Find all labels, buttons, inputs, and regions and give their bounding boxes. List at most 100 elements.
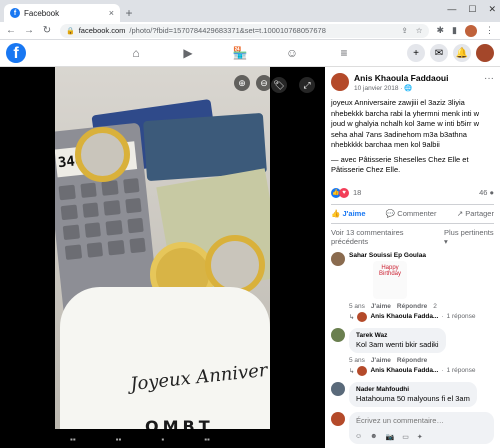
- menu-icon[interactable]: ≡: [318, 46, 370, 60]
- comment-text: Hatahouma 50 malyouns fi el 3am: [356, 393, 470, 403]
- window-controls: — ☐ ✕: [447, 4, 496, 15]
- reload-icon[interactable]: ↻: [42, 25, 52, 36]
- love-reaction-icon[interactable]: ♥: [339, 187, 349, 198]
- comment-button[interactable]: 💬 Commenter: [386, 209, 437, 218]
- gif-icon[interactable]: ▭: [402, 433, 409, 441]
- commenter-avatar[interactable]: [331, 381, 345, 396]
- post-with-text: — avec Pâtisserie Sheselles Chez Elle et…: [331, 154, 469, 175]
- video-icon[interactable]: ▶: [162, 46, 214, 60]
- more-options-icon[interactable]: ···: [484, 73, 494, 92]
- comment-sort-dropdown[interactable]: Plus pertinents ▾: [444, 228, 494, 246]
- birthday-sticker: Happy Birthday: [373, 260, 407, 299]
- lock-icon: 🔒: [66, 27, 75, 35]
- pager-dots-icon[interactable]: ▪▪: [204, 435, 210, 444]
- post-text: joyeux Anniversaire zawjiii el 3aziz 3li…: [331, 98, 479, 149]
- photo-pager: ▪▪ ▪▪ ▪ ▪▪: [70, 435, 210, 444]
- pager-dots-icon[interactable]: ▪▪: [116, 435, 122, 444]
- avatar-sticker-icon[interactable]: ☺: [355, 433, 362, 441]
- composer-avatar: [331, 412, 345, 426]
- url-host: facebook.com: [78, 26, 126, 35]
- author-avatar[interactable]: [331, 73, 349, 91]
- messenger-icon[interactable]: ✉: [430, 44, 448, 62]
- groups-icon[interactable]: ☺: [266, 46, 318, 60]
- reply-author-avatar: [357, 311, 368, 322]
- comment-input-box[interactable]: ☺ ☻ 📷 ▭ ✦: [349, 412, 494, 444]
- forward-arrow-icon[interactable]: →: [24, 25, 34, 36]
- home-icon[interactable]: ⌂: [110, 46, 162, 60]
- comment-meta: 5 ans J'aime Répondre: [349, 356, 428, 364]
- share-icon: ↗: [456, 209, 464, 218]
- comment-bubble-icon: ●: [489, 188, 494, 197]
- bookmark-star-icon[interactable]: ☆: [416, 26, 423, 35]
- post-date[interactable]: 10 janvier 2018 · 🌐: [354, 84, 448, 92]
- tab-close-icon[interactable]: ×: [109, 8, 114, 18]
- browser-menu-icon[interactable]: ⋮: [485, 25, 494, 36]
- tag-icon[interactable]: 🏷: [271, 77, 287, 93]
- facebook-header: f ⌂ ▶ 🏪 ☺ ≡ + ✉ 🔔: [0, 40, 500, 67]
- zoom-in-icon[interactable]: ⊕: [234, 75, 250, 91]
- globe-icon: 🌐: [404, 85, 413, 92]
- pager-dots-icon[interactable]: ▪▪: [70, 435, 76, 444]
- new-tab-button[interactable]: +: [120, 4, 138, 22]
- address-bar[interactable]: 🔒 facebook.com/photo/?fbid=1570784429683…: [60, 23, 429, 38]
- comment-count[interactable]: 46: [479, 188, 487, 197]
- post-stats: 👍 ♥ 18 46 ●: [325, 176, 500, 204]
- cake-decoration: [60, 287, 270, 429]
- reply-arrow-icon: ↳: [349, 367, 355, 375]
- minimize-button[interactable]: —: [447, 4, 456, 15]
- zoom-out-icon[interactable]: ⊖: [256, 75, 272, 91]
- commenter-name[interactable]: Nader Mahfoudhi: [356, 386, 470, 393]
- commenter-name[interactable]: Sahar Souissi Ep Goulaa: [349, 252, 426, 259]
- post-author[interactable]: Anis Khaoula Faddaoui: [354, 73, 448, 83]
- share-button[interactable]: ↗ Partager: [457, 209, 494, 218]
- camera-icon[interactable]: 📷: [386, 433, 395, 441]
- emoji-icon[interactable]: ☻: [370, 433, 377, 441]
- share-page-icon[interactable]: ⇪: [401, 26, 407, 35]
- comment-item: Sahar Souissi Ep Goulaa Happy Birthday: [325, 250, 500, 301]
- coin-decoration: [75, 127, 130, 182]
- back-arrow-icon[interactable]: ←: [6, 25, 16, 36]
- close-window-button[interactable]: ✕: [488, 4, 496, 15]
- comment-icon: 💬: [385, 209, 396, 218]
- facebook-favicon-icon: f: [10, 8, 20, 18]
- coin-decoration: [205, 235, 265, 295]
- post-side-panel: Anis Khaoula Faddaoui 10 janvier 2018 · …: [325, 67, 500, 448]
- reply-summary[interactable]: ↳ Anis Khaoula Fadda... · 1 réponse: [325, 311, 500, 322]
- reply-summary[interactable]: ↳ Anis Khaoula Fadda... · 1 réponse: [325, 365, 500, 376]
- notifications-bell-icon[interactable]: 🔔: [453, 44, 471, 62]
- post-photo[interactable]: 34651.32 Joyeux Anniver OMBT: [55, 67, 270, 429]
- extensions-icon[interactable]: ✱: [437, 25, 445, 36]
- marketplace-icon[interactable]: 🏪: [214, 46, 266, 60]
- fullscreen-icon[interactable]: ⤢: [299, 77, 315, 93]
- url-path: /photo/?fbid=1570784429683371&set=t.1000…: [129, 26, 326, 35]
- reaction-count[interactable]: 18: [353, 188, 361, 197]
- facebook-logo[interactable]: f: [6, 43, 26, 63]
- comment-item: Nader Mahfoudhi Hatahouma 50 malyouns fi…: [325, 380, 500, 409]
- like-button[interactable]: 👍 J'aime: [331, 209, 366, 218]
- commenter-avatar[interactable]: [331, 327, 345, 342]
- post-actions: 👍 J'aime 💬 Commenter ↗ Partager: [331, 203, 494, 224]
- pager-dots-icon[interactable]: ▪: [161, 435, 164, 444]
- sidepanel-icon[interactable]: ▮: [452, 25, 457, 36]
- reply-author-avatar: [357, 365, 368, 376]
- browser-toolbar: ← → ↻ 🔒 facebook.com/photo/?fbid=1570784…: [0, 22, 500, 40]
- tab-title: Facebook: [24, 8, 60, 18]
- cake-inscription-2: OMBT: [145, 417, 214, 429]
- profile-avatar[interactable]: [465, 24, 477, 37]
- comment-composer: ☺ ☻ 📷 ▭ ✦: [325, 408, 500, 448]
- sticker-icon[interactable]: ✦: [417, 433, 423, 441]
- comment-item: Tarek Waz Kol 3am wenti bkir sadiki: [325, 326, 500, 355]
- photo-viewer: 34651.32 Joyeux Anniver OMBT ⊕ ⊖ 🏷: [0, 67, 325, 448]
- comment-meta: 5 ans J'aime Répondre 2: [349, 302, 437, 310]
- view-previous-comments[interactable]: Voir 13 commentaires précédents: [331, 228, 431, 246]
- maximize-button[interactable]: ☐: [468, 4, 476, 15]
- commenter-avatar[interactable]: [331, 251, 345, 266]
- commenter-name[interactable]: Tarek Waz: [356, 332, 439, 339]
- account-avatar[interactable]: [476, 44, 494, 62]
- thumbs-up-icon: 👍: [331, 209, 341, 218]
- comment-reaction-count[interactable]: 2: [433, 303, 437, 310]
- comment-input[interactable]: [356, 416, 487, 425]
- browser-tab[interactable]: f Facebook ×: [4, 4, 120, 22]
- comment-text: Kol 3am wenti bkir sadiki: [356, 339, 439, 349]
- create-plus-icon[interactable]: +: [407, 44, 425, 62]
